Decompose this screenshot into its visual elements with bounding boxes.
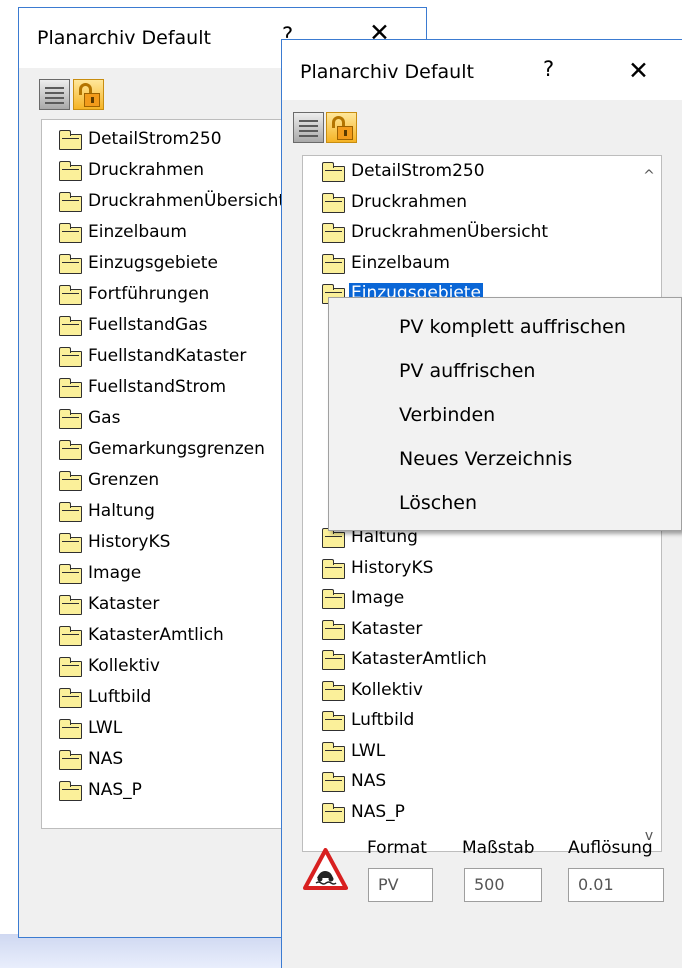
folder-label: Haltung [88,501,155,521]
folder-icon [322,528,345,548]
folder-icon [59,502,82,522]
folder-icon [59,223,82,243]
folder-icon [59,192,82,212]
folder-icon [59,781,82,801]
front-help-button[interactable]: ? [543,57,554,81]
folder-label: HistoryKS [88,532,171,552]
folder-icon [322,741,345,762]
folder-icon [59,626,82,646]
folder-label: KatasterAmtlich [351,649,487,669]
folder-label: KatasterAmtlich [88,625,224,645]
folder-icon [59,657,82,677]
context-menu-item[interactable]: PV komplett auffrischen [399,316,626,338]
resolution-label: Auflösung [568,838,653,858]
folder-icon [59,471,82,491]
folder-icon [59,161,82,181]
folder-label: Druckrahmen [88,160,205,180]
folder-label: DetailStrom250 [351,161,485,181]
folder-icon [322,772,345,792]
folder-label: Einzugsgebiete [88,253,218,273]
folder-label: Grenzen [88,470,160,490]
folder-label: Einzelbaum [88,222,187,242]
context-menu-item[interactable]: PV auffrischen [399,360,535,382]
front-titlebar: Planarchiv Default ? ✕ [282,40,682,100]
folder-label: FuellstandGas [88,315,208,335]
list-view-icon[interactable] [293,112,324,143]
resolution-field[interactable]: 0.01 [568,868,664,902]
folder-label: Gemarkungsgrenzen [88,439,265,459]
folder-label: NAS_P [351,801,405,822]
folder-label: FuellstandKataster [88,346,247,366]
folder-icon [59,750,82,770]
folder-icon [322,223,345,243]
folder-icon [322,680,345,701]
folder-icon [322,253,345,274]
folder-icon [322,619,345,640]
folder-icon [322,192,345,213]
folder-icon [59,254,82,274]
folder-icon [59,564,82,584]
warning-triangle-icon [303,848,348,890]
folder-label: HistoryKS [351,557,434,578]
list-view-icon[interactable] [39,79,70,110]
folder-label: LWL [88,718,123,738]
front-close-button[interactable]: ✕ [628,58,649,83]
scale-field[interactable]: 500 [464,868,542,902]
folder-label: Einzelbaum [351,252,450,273]
folder-icon [59,595,82,615]
folder-label: LWL [351,740,386,761]
unlock-padlock-icon[interactable] [73,79,104,110]
format-field[interactable]: PV [368,868,433,902]
folder-label: Kollektiv [351,679,423,700]
front-window-title: Planarchiv Default [300,61,474,83]
folder-icon [322,558,345,579]
context-menu-item[interactable]: Neues Verzeichnis [399,448,572,470]
folder-icon [59,347,82,367]
folder-icon [59,719,82,739]
folder-icon [322,162,345,182]
folder-icon [59,285,82,305]
folder-label: Kollektiv [88,656,160,676]
folder-label: Image [351,588,405,608]
folder-label: Kataster [351,618,423,639]
folder-label: DruckrahmenÜbersicht [351,222,549,242]
folder-icon [322,711,345,731]
folder-label: FuellstandStrom [88,377,227,397]
folder-label: NAS [88,749,124,769]
folder-icon [59,378,82,398]
context-menu-item[interactable]: Löschen [399,492,477,514]
folder-label: DruckrahmenÜbersicht [88,191,286,211]
scale-label: Maßstab [462,838,535,858]
folder-label: Fortführungen [88,284,210,304]
folder-icon [59,440,82,460]
scroll-up-icon[interactable]: ^ [642,168,656,184]
folder-label: DetailStrom250 [88,129,222,149]
folder-icon [59,688,82,708]
folder-label: Luftbild [88,687,152,707]
folder-label: Druckrahmen [351,191,468,212]
folder-icon [59,533,82,553]
back-window-title: Planarchiv Default [37,27,211,49]
folder-icon [322,650,345,670]
folder-label: Image [88,563,142,583]
context-menu: PV komplett auffrischen PV auffrischen Ver… [328,297,682,531]
folder-label: NAS_P [88,780,142,800]
folder-label: NAS [351,771,387,791]
folder-icon [322,802,345,823]
folder-label: Luftbild [351,710,415,730]
format-label: Format [367,838,427,858]
folder-icon [322,589,345,609]
folder-icon [59,130,82,150]
context-menu-item[interactable]: Verbinden [399,404,495,426]
folder-label: Kataster [88,594,160,614]
folder-icon [59,316,82,336]
unlock-padlock-icon[interactable] [326,112,357,143]
folder-icon [59,409,82,429]
folder-label: Gas [88,408,121,428]
